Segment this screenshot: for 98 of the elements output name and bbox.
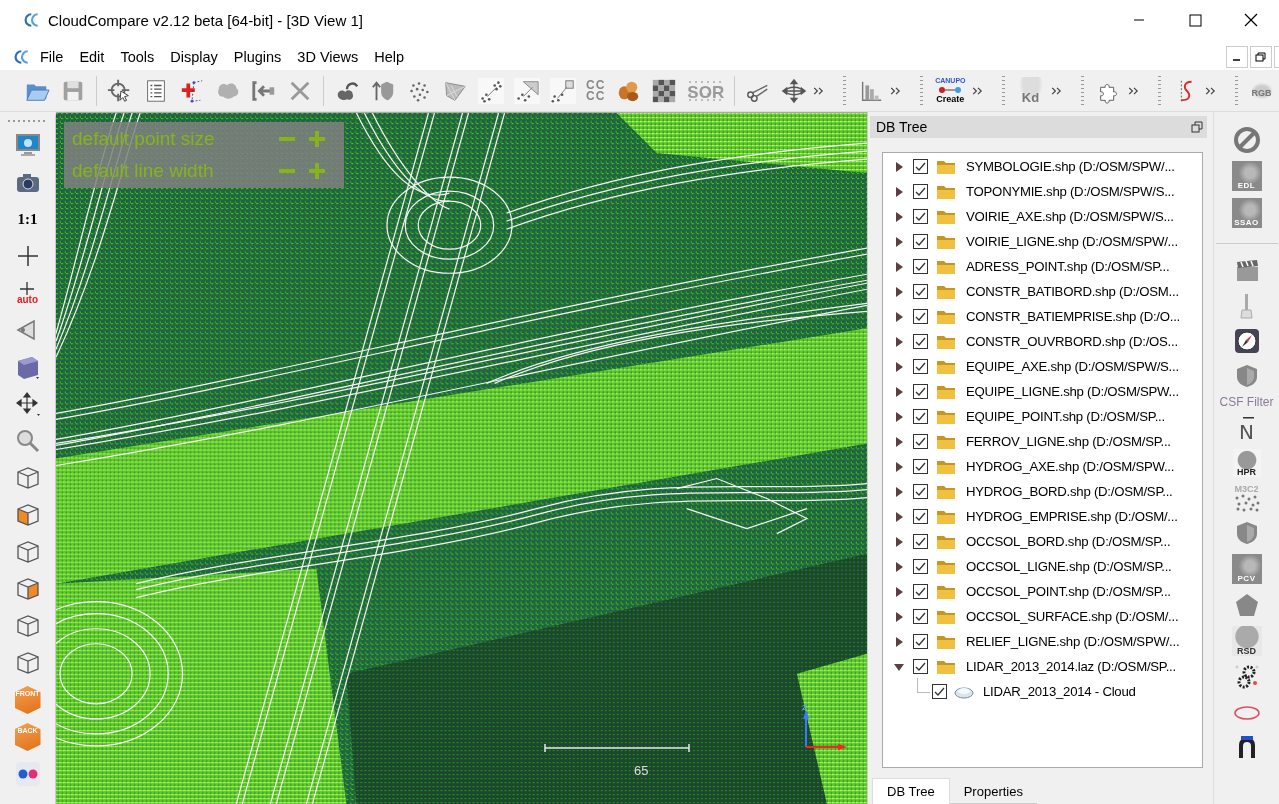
zoom-one-to-one-button[interactable]: 1:1 [17,205,38,233]
expand-arrow-icon[interactable] [893,310,905,323]
overlay-label: default point size [72,128,216,150]
minimize-button[interactable] [1226,46,1248,68]
expand-arrow-icon[interactable] [893,510,905,523]
expand-arrow-icon[interactable] [893,460,905,473]
menu-item[interactable]: Help [366,47,413,67]
expand-arrow-icon[interactable] [893,185,905,198]
panel-title: DB Tree [876,119,928,135]
scale-label: 65 [634,763,649,778]
tree-item-label[interactable]: EQUIPE_LIGNE.shp (D:/OSM/SPW... [966,384,1179,399]
expand-arrow-icon[interactable] [893,535,905,548]
move-arrows-icon[interactable] [781,77,808,104]
no-entry-icon[interactable] [1232,126,1261,154]
checkbox[interactable] [913,309,928,324]
menu-item[interactable]: File [32,47,72,67]
monitor-gear-icon[interactable] [13,131,42,159]
expand-arrow-icon[interactable] [893,410,905,423]
expand-arrow-icon[interactable] [893,335,905,348]
checkbox[interactable] [913,209,928,224]
csf-filter-button[interactable]: CSF Filter [1219,395,1274,409]
checkbox[interactable] [913,334,928,349]
expand-arrow-icon[interactable] [893,210,905,223]
tree-item-label[interactable]: OCCSOL_BORD.shp (D:/OSM/SP... [966,534,1171,549]
tree-item-label[interactable]: HYDROG_BORD.shp (D:/OSM/SP... [966,484,1173,499]
crosshair-icon [19,281,36,295]
checkbox[interactable] [913,284,928,299]
checkbox[interactable] [913,259,928,274]
checkbox[interactable] [913,634,928,649]
tree-item-label[interactable]: OCCSOL_POINT.shp (D:/OSM/SP... [966,584,1171,599]
tree-item-label[interactable]: RELIEF_LIGNE.shp (D:/OSM/SPW/... [966,634,1180,649]
checkbox[interactable] [913,384,928,399]
compass-icon[interactable] [1232,327,1261,355]
expand-arrow-icon[interactable] [893,610,905,623]
axis-label: Z [802,703,807,712]
tree-item-label[interactable]: VOIRIE_AXE.shp (D:/OSM/SPW/S... [966,209,1174,224]
tree-item-label[interactable]: EQUIPE_POINT.shp (D:/OSM/SP... [966,409,1165,424]
scatter-pin-icon[interactable] [550,77,576,104]
checkbox[interactable] [913,359,928,374]
two-dots-icon[interactable] [13,760,42,788]
checkbox[interactable] [913,434,928,449]
menu-item[interactable]: Display [162,47,226,67]
checkbox[interactable] [913,509,928,524]
menu-item[interactable]: 3D Views [289,47,367,67]
checkbox[interactable] [913,559,928,574]
menu-item[interactable]: Plugins [225,47,290,67]
checkbox[interactable] [932,684,947,699]
tree-item-label[interactable]: FERROV_LIGNE.shp (D:/OSM/SP... [966,434,1171,449]
checkbox[interactable] [913,409,928,424]
tree-item-label[interactable]: OCCSOL_LIGNE.shp (D:/OSM/SP... [966,559,1172,574]
window-title: CloudCompare v2.12 beta [64-bit] - [3D View 1] [48,11,363,29]
undock-icon[interactable] [1191,121,1203,133]
checkbox[interactable] [913,609,928,624]
expand-arrow-icon[interactable] [893,360,905,373]
tree-item-label[interactable]: CONSTR_BATIBORD.shp (D:/OSM... [966,284,1179,299]
tree-item-label[interactable]: VOIRIE_LIGNE.shp (D:/OSM/SPW/... [966,234,1178,249]
tree-item-label[interactable]: CONSTR_BATIEMPRISE.shp (D:/O... [966,309,1181,324]
expand-arrow-icon[interactable] [893,585,905,598]
north-arrow-button[interactable]: N [1239,414,1254,442]
menu-item[interactable]: Edit [71,47,113,67]
expand-arrow-icon[interactable] [893,260,905,273]
checkbox[interactable] [913,459,928,474]
tree-item-label[interactable]: ADRESS_POINT.shp (D:/OSM/SP... [966,259,1170,274]
checkbox[interactable] [913,659,928,674]
checkbox[interactable] [913,159,928,174]
expand-arrow-icon[interactable] [893,485,905,498]
expand-arrow-icon[interactable] [893,560,905,573]
dots-icon [1233,494,1260,512]
checkbox[interactable] [913,584,928,599]
expand-arrow-icon[interactable] [893,385,905,398]
tree-item-label[interactable]: SYMBOLOGIE.shp (D:/OSM/SPW/... [966,159,1175,174]
overlay-label: default line width [72,160,215,182]
expand-arrow-icon[interactable] [893,285,905,298]
checkbox[interactable] [913,184,928,199]
checkbox[interactable] [913,484,928,499]
tree-item-label[interactable]: LIDAR_2013_2014.laz (D:/OSM/SP... [966,659,1176,674]
rsd-button[interactable]: RSD [1231,626,1262,656]
tree-item-label[interactable]: HYDROG_AXE.shp (D:/OSM/SPW... [966,459,1175,474]
expand-arrow-icon[interactable] [893,435,905,448]
tree-item-label[interactable]: HYDROG_EMPRISE.shp (D:/OSM/... [966,509,1178,524]
checkbox[interactable] [913,534,928,549]
auto-pivot-button[interactable]: auto [16,279,39,307]
checkerboard-icon[interactable] [651,77,678,104]
tree-item-label[interactable]: LIDAR_2013_2014 - Cloud [983,684,1136,699]
expand-arrow-icon[interactable] [893,635,905,648]
tab[interactable]: Properties [949,779,1037,804]
scatter-dots-icon[interactable] [478,77,504,104]
checkbox[interactable] [913,234,928,249]
tree-item-label[interactable]: EQUIPE_AXE.shp (D:/OSM/SPW/S... [966,359,1179,374]
expand-arrow-icon[interactable] [893,160,905,173]
expand-arrow-icon[interactable] [893,235,905,248]
tree-item-label[interactable]: OCCSOL_SURFACE.shp (D:/OSM/... [966,609,1179,624]
menu-item[interactable]: Tools [112,47,163,67]
tab[interactable]: DB Tree [872,778,950,804]
restore-button[interactable] [1250,46,1272,68]
tree-item-label[interactable]: TOPONYMIE.shp (D:/OSM/SPW/S... [966,184,1175,199]
tree-item-label[interactable]: CONSTR_OUVRBORD.shp (D:/OS... [966,334,1178,349]
hpr-button[interactable]: HPR [1232,449,1261,477]
